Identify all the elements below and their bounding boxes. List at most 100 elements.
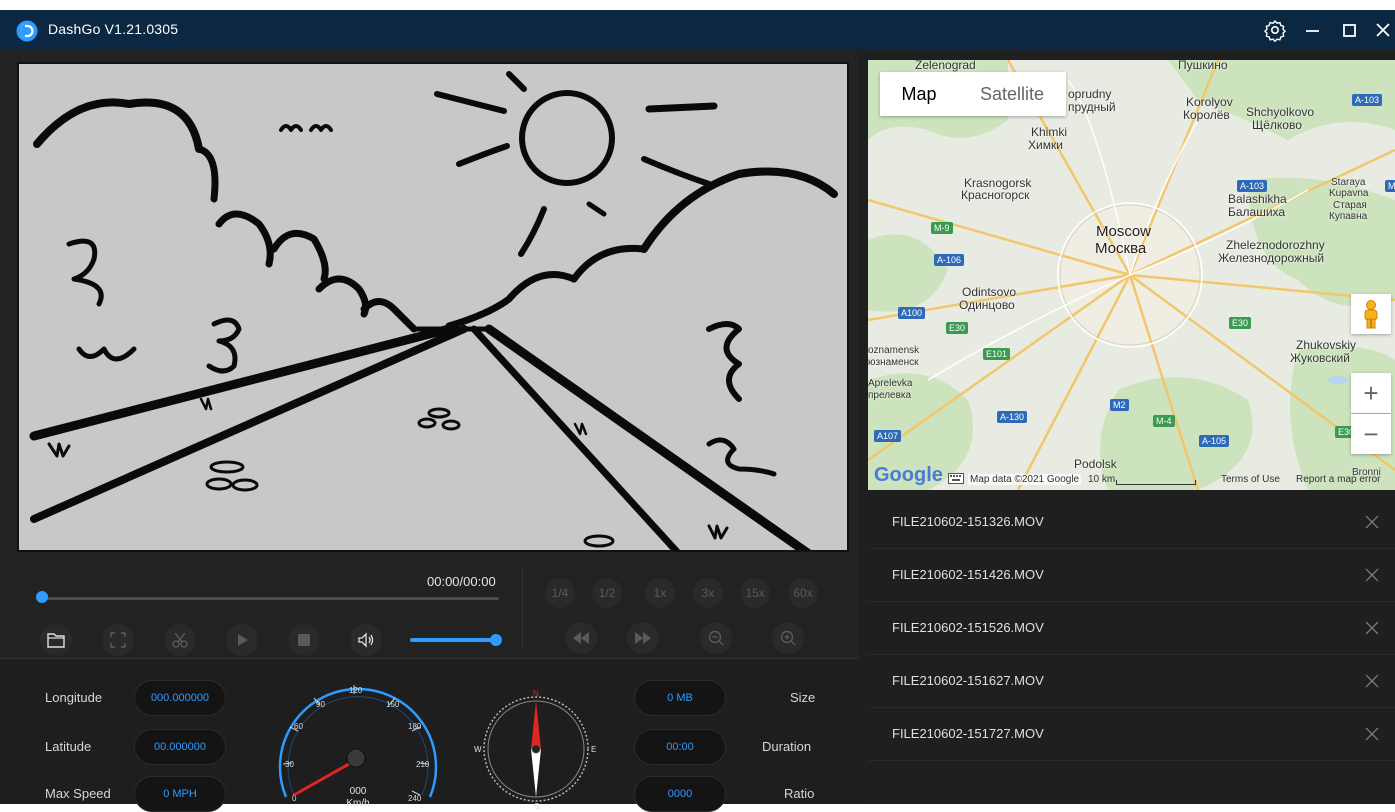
compass-needle-north: [531, 701, 541, 749]
speed-value: 000: [350, 786, 367, 797]
volume-handle[interactable]: [490, 634, 502, 646]
road-badge: A-130: [997, 411, 1028, 423]
cut-button[interactable]: [164, 624, 196, 656]
map-label: Kupavna: [1329, 188, 1369, 199]
map-label-moscow: Moscow: [1096, 223, 1152, 240]
rewind-button[interactable]: [565, 622, 597, 654]
road-badge: E101: [983, 348, 1011, 360]
keyboard-icon[interactable]: [948, 473, 964, 484]
file-item[interactable]: FILE210602-151426.MOV: [868, 549, 1395, 602]
speed-button-1x[interactable]: 1x: [645, 578, 675, 608]
speed-button-half[interactable]: 1/2: [592, 578, 622, 608]
map-label: юзнаменск: [868, 357, 919, 368]
progress-bar[interactable]: [39, 597, 499, 600]
zoom-in-icon: [780, 630, 796, 646]
road-badge: A-105: [1199, 435, 1230, 447]
terms-link[interactable]: Terms of Use: [1221, 474, 1280, 485]
playback-controls: 00:00/00:00: [17, 562, 520, 658]
longitude-value: 000.000000: [134, 680, 226, 716]
max-speed-value: 0 MPH: [134, 776, 226, 812]
street-view-button[interactable]: [1351, 294, 1391, 334]
zoom-in-button[interactable]: [772, 622, 804, 654]
speed-button-quarter[interactable]: 1/4: [545, 578, 575, 608]
road-badge: A107: [874, 430, 902, 442]
speed-button-60x[interactable]: 60x: [788, 578, 818, 608]
volume-button[interactable]: [350, 624, 382, 656]
road-badge: M2: [1110, 399, 1129, 411]
fullscreen-button[interactable]: [102, 624, 134, 656]
speed-tick-240: 240: [408, 794, 422, 803]
map-data-text: Map data ©2021 Google: [968, 474, 1082, 485]
scissors-icon: [172, 632, 188, 648]
file-item[interactable]: FILE210602-151526.MOV: [868, 602, 1395, 655]
map-tab-map[interactable]: Map: [880, 72, 958, 116]
file-name: FILE210602-151526.MOV: [892, 620, 1044, 635]
play-button[interactable]: [226, 624, 258, 656]
speed-button-15x[interactable]: 15x: [740, 578, 770, 608]
map-label: Staraya: [1331, 177, 1366, 188]
remove-file-icon[interactable]: [1363, 566, 1381, 584]
speed-button-3x[interactable]: 3x: [693, 578, 723, 608]
scale-text: 10 km: [1088, 474, 1116, 485]
speaker-icon: [358, 632, 374, 648]
scale-bar: [1116, 480, 1196, 485]
gear-icon: [1264, 19, 1286, 42]
open-folder-button[interactable]: [40, 624, 72, 656]
map-zoom-in-button[interactable]: +: [1351, 373, 1391, 413]
fast-forward-button[interactable]: [627, 622, 659, 654]
road-badge: A-103: [1237, 180, 1268, 192]
file-item[interactable]: FILE210602-151326.MOV: [868, 496, 1395, 549]
remove-file-icon[interactable]: [1363, 619, 1381, 637]
map-label: Королёв: [1183, 108, 1230, 122]
rewind-icon: [573, 632, 589, 644]
map-label: Щёлково: [1252, 118, 1302, 132]
compass-needle-south: [531, 749, 541, 797]
size-label: Size: [790, 690, 816, 705]
compass-east: E: [591, 745, 596, 754]
progress-handle[interactable]: [36, 591, 48, 603]
speed-needle: [293, 758, 357, 797]
road-badge: M-9: [931, 222, 953, 234]
maximize-button[interactable]: [1338, 18, 1362, 42]
stop-icon: [298, 634, 310, 646]
map-label: Старая: [1333, 200, 1367, 211]
remove-file-icon[interactable]: [1363, 513, 1381, 531]
max-speed-label: Max Speed: [45, 786, 111, 801]
zoom-out-icon: [708, 630, 724, 646]
map-footer: Google Map data ©2021 Google 10 km Terms…: [868, 464, 1395, 490]
controls-divider: [522, 568, 523, 648]
map-label: Пушкино: [1178, 60, 1228, 72]
map-view[interactable]: Map Satellite Zelenograd Пушкино oprudny…: [868, 60, 1395, 490]
compass-south: S: [534, 802, 539, 811]
map-type-tabs: Map Satellite: [880, 72, 1066, 116]
settings-button[interactable]: [1263, 18, 1287, 42]
size-value: 0 MB: [634, 680, 726, 716]
map-zoom-out-button[interactable]: −: [1351, 414, 1391, 454]
minimize-button[interactable]: [1301, 18, 1325, 42]
road-badge: A-103: [1352, 94, 1383, 106]
info-panel: Longitude 000.000000 Latitude 00.000000 …: [0, 658, 858, 812]
remove-file-icon[interactable]: [1363, 725, 1381, 743]
zoom-out-button[interactable]: [700, 622, 732, 654]
video-preview[interactable]: [17, 62, 849, 552]
report-link[interactable]: Report a map error: [1296, 474, 1380, 485]
play-icon: [238, 634, 248, 646]
map-label: Жуковский: [1290, 351, 1350, 365]
close-icon: [1376, 23, 1390, 37]
map-label: Купавна: [1329, 211, 1368, 222]
volume-slider[interactable]: [410, 638, 498, 642]
speed-tick-150: 150: [386, 700, 400, 709]
road-illustration: [29, 71, 838, 550]
map-tab-satellite[interactable]: Satellite: [958, 72, 1066, 116]
speed-tick-120: 120: [349, 686, 363, 695]
speed-tick-90: 90: [316, 700, 325, 709]
file-item[interactable]: FILE210602-151727.MOV: [868, 708, 1395, 761]
file-item[interactable]: FILE210602-151627.MOV: [868, 655, 1395, 708]
road-badge: A100: [898, 307, 926, 319]
remove-file-icon[interactable]: [1363, 672, 1381, 690]
map-label: Железнодорожный: [1218, 251, 1325, 265]
map-label-moscow-ru: Москва: [1095, 240, 1147, 257]
map-label: Zelenograd: [915, 60, 976, 72]
stop-button[interactable]: [288, 624, 320, 656]
close-button[interactable]: [1371, 18, 1395, 42]
